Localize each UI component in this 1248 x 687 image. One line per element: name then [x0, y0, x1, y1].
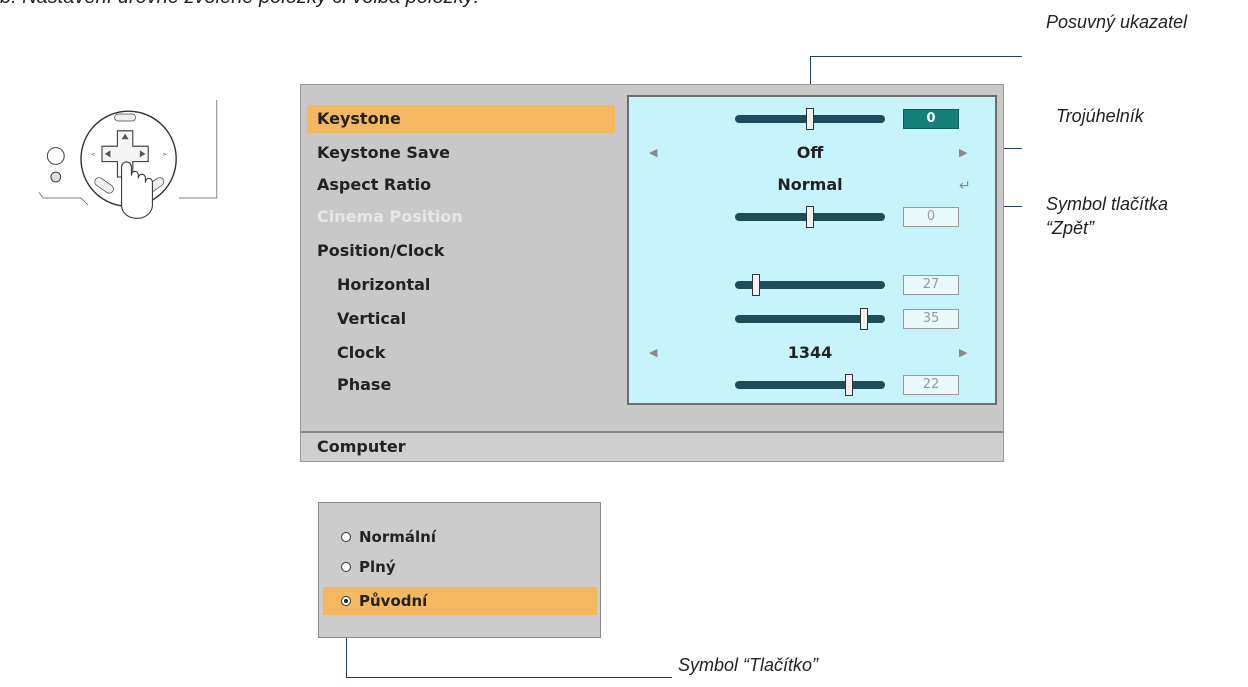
- svg-text:>: >: [162, 152, 167, 158]
- option-puvodni[interactable]: Původní: [323, 587, 597, 615]
- callout-line: [810, 56, 1022, 57]
- slider-thumb[interactable]: [860, 308, 868, 330]
- cinema-position-row: 0: [629, 203, 995, 231]
- menu-item-aspect-ratio[interactable]: Aspect Ratio: [307, 171, 615, 199]
- menu-item-phase[interactable]: Phase: [307, 371, 615, 399]
- aspect-ratio-row: Normal ↵: [629, 171, 995, 199]
- keystone-row: 0: [629, 105, 995, 133]
- triangle-left-icon[interactable]: ◀: [649, 339, 657, 367]
- option-label: Původní: [359, 592, 428, 610]
- triangle-left-icon[interactable]: ◀: [649, 139, 657, 167]
- keystone-slider[interactable]: [735, 108, 885, 130]
- radio-button-icon[interactable]: [341, 562, 351, 572]
- phase-row: 22: [629, 371, 995, 399]
- option-label: Normální: [359, 528, 436, 546]
- cinema-position-slider: [735, 206, 885, 228]
- phase-value: 22: [903, 375, 959, 395]
- slider-thumb[interactable]: [806, 108, 814, 130]
- clock-row: ◀ 1344 ▶: [629, 339, 995, 367]
- remote-control-illustration: < >: [38, 100, 218, 219]
- option-normalni[interactable]: Normální: [323, 523, 597, 551]
- triangle-right-icon[interactable]: ▶: [959, 139, 967, 167]
- vertical-slider[interactable]: [735, 308, 885, 330]
- keystone-save-value: Off: [796, 143, 824, 162]
- clock-value: 1344: [787, 343, 833, 362]
- slider-thumb[interactable]: [845, 374, 853, 396]
- keystone-save-row: ◀ Off ▶: [629, 139, 995, 167]
- return-icon[interactable]: ↵: [959, 171, 971, 199]
- section-heading: b. Nastavení úrovně zvolené položky či v…: [0, 0, 479, 9]
- horizontal-value: 27: [903, 275, 959, 295]
- menu-item-cinema-position: Cinema Position: [317, 207, 463, 226]
- aspect-ratio-options: Normální Plný Původní: [318, 502, 601, 638]
- slider-thumb[interactable]: [752, 274, 760, 296]
- osd-menu: Keystone Keystone Save Aspect Ratio Cine…: [300, 84, 1004, 462]
- phase-slider[interactable]: [735, 374, 885, 396]
- cinema-position-value: 0: [903, 207, 959, 227]
- radio-button-icon[interactable]: [341, 532, 351, 542]
- option-label: Plný: [359, 558, 396, 576]
- menu-item-horizontal[interactable]: Horizontal: [307, 271, 615, 299]
- menu-item-keystone-save[interactable]: Keystone Save: [307, 139, 615, 167]
- keystone-value: 0: [903, 109, 959, 129]
- horizontal-slider[interactable]: [735, 274, 885, 296]
- svg-text:<: <: [91, 152, 96, 158]
- callout-return-label-2: “Zpět”: [1046, 218, 1095, 238]
- triangle-right-icon[interactable]: ▶: [959, 339, 967, 367]
- callout-return-label-1: Symbol tlačítka: [1046, 194, 1169, 214]
- menu-item-position-clock[interactable]: Position/Clock: [307, 237, 615, 265]
- radio-button-icon[interactable]: [341, 596, 351, 606]
- vertical-row: 35: [629, 305, 995, 333]
- vertical-value: 35: [903, 309, 959, 329]
- status-bar: Computer: [301, 431, 1003, 461]
- callout-triangle-label: Trojúhelník: [1056, 106, 1144, 126]
- menu-item-clock[interactable]: Clock: [307, 339, 615, 367]
- callout-slider-label: Posuvný ukazatel: [1046, 12, 1188, 32]
- adjustment-panel: 0 ◀ Off ▶ Normal ↵ 0 27 35 ◀ 1344 ▶ 22: [627, 95, 997, 405]
- callout-line: [346, 677, 672, 678]
- horizontal-row: 27: [629, 271, 995, 299]
- option-plny[interactable]: Plný: [323, 553, 597, 581]
- menu-item-vertical[interactable]: Vertical: [307, 305, 615, 333]
- menu-item-keystone[interactable]: Keystone: [307, 105, 615, 133]
- callout-button-label: Symbol “Tlačítko”: [678, 655, 819, 675]
- slider-thumb: [806, 206, 814, 228]
- aspect-ratio-value: Normal: [777, 175, 843, 194]
